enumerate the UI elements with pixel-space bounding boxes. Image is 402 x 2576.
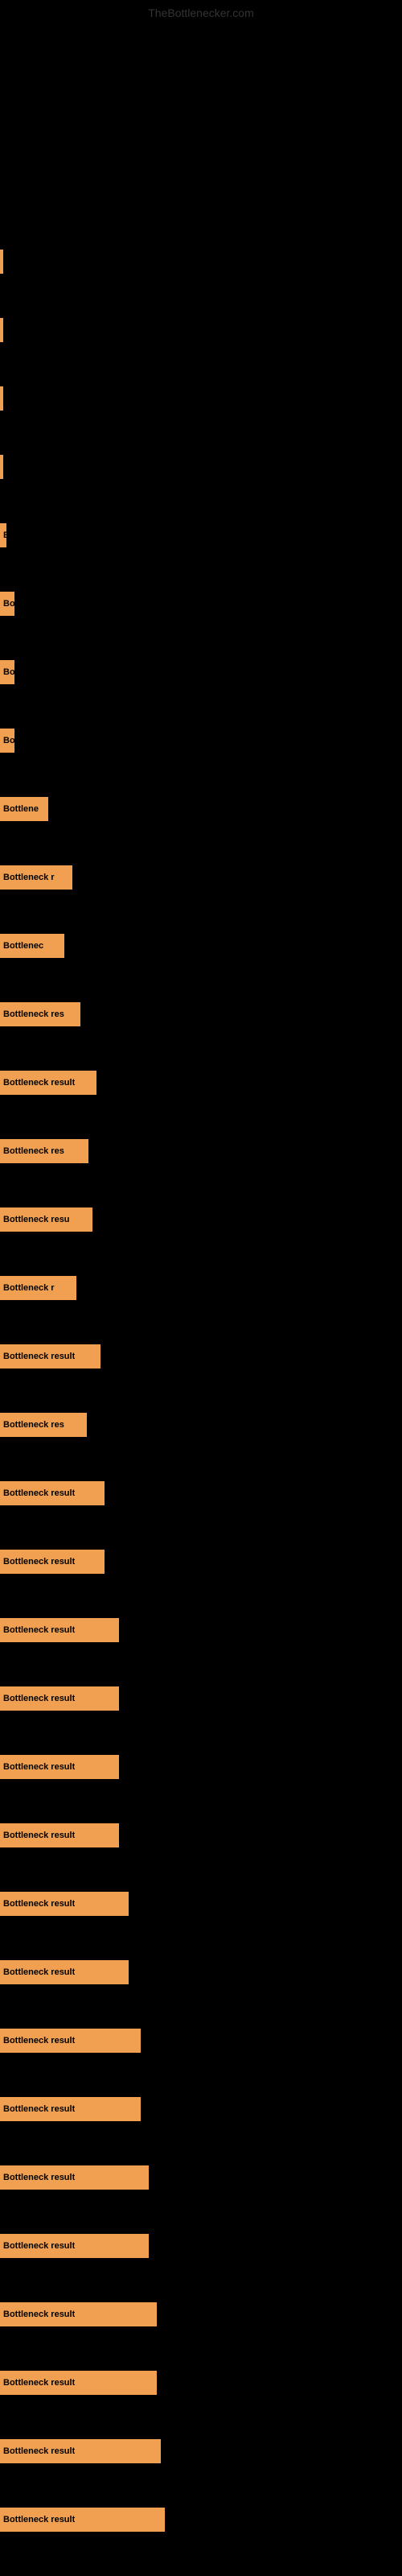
bar-item: Bottleneck result — [0, 2302, 157, 2326]
bar-label: Bottleneck result — [3, 1831, 75, 1840]
bar-item: Bottleneck r — [0, 865, 72, 890]
bar-item: Bottleneck result — [0, 1823, 119, 1847]
bar-label: B — [3, 530, 6, 540]
bar-item: Bottleneck result — [0, 2165, 149, 2190]
bar-label: Bottlene — [3, 804, 39, 814]
bar-item: Bo — [0, 592, 14, 616]
bar-label: Bottleneck result — [3, 1625, 75, 1635]
bar-label: Bottleneck result — [3, 2173, 75, 2182]
bar-label: Bottleneck result — [3, 2036, 75, 2046]
bar-item: Bottleneck result — [0, 1550, 105, 1574]
bar-label: Bottleneck resu — [3, 1215, 70, 1224]
bar-item: Bottleneck result — [0, 2234, 149, 2258]
bar-item: Bottleneck result — [0, 1960, 129, 1984]
bar-item: Bottleneck res — [0, 1139, 88, 1163]
bar-label: Bottleneck result — [3, 2104, 75, 2114]
bar-item — [0, 250, 3, 274]
bar-label: Bottleneck result — [3, 1967, 75, 1977]
bar-item: Bottleneck result — [0, 1481, 105, 1505]
bar-item: Bottleneck result — [0, 2439, 161, 2463]
bar-label: Bottlenec — [3, 941, 43, 951]
bar-item: Bottleneck result — [0, 2371, 157, 2395]
bar-label: Bottleneck result — [3, 1762, 75, 1772]
bar-label: Bottleneck result — [3, 1557, 75, 1567]
bar-label: Bottleneck res — [3, 1009, 64, 1019]
bar-label: Bottleneck result — [3, 1488, 75, 1498]
bar-item: Bottleneck result — [0, 2097, 141, 2121]
bar-item — [0, 455, 3, 479]
bar-label: Bottleneck result — [3, 2310, 75, 2319]
bar-item: Bottlenec — [0, 934, 64, 958]
bar-item: Bottleneck result — [0, 2508, 165, 2532]
bar-item: Bottleneck result — [0, 1755, 119, 1779]
bar-item: Bottleneck result — [0, 1618, 119, 1642]
bar-item: Bottleneck result — [0, 1686, 119, 1711]
bar-item: Bottleneck r — [0, 1276, 76, 1300]
bar-item: Bottleneck result — [0, 1892, 129, 1916]
bar-item: Bottleneck res — [0, 1002, 80, 1026]
bar-label: Bottleneck result — [3, 2241, 75, 2251]
bar-item: Bo — [0, 660, 14, 684]
bar-item — [0, 386, 3, 411]
bar-label: Bottleneck result — [3, 1899, 75, 1909]
bar-item: B — [0, 523, 6, 547]
bar-item: Bo — [0, 729, 14, 753]
bar-item: Bottleneck result — [0, 1344, 100, 1368]
bar-label: Bottleneck result — [3, 2446, 75, 2456]
bar-label: Bottleneck res — [3, 1420, 64, 1430]
bar-label: Bottleneck result — [3, 2378, 75, 2388]
bar-label: Bottleneck result — [3, 1694, 75, 1703]
bar-label: Bottleneck res — [3, 1146, 64, 1156]
bar-label: Bottleneck result — [3, 1352, 75, 1361]
site-title: TheBottlenecker.com — [148, 6, 254, 19]
bar-label: Bo — [3, 736, 14, 745]
bar-label: Bottleneck result — [3, 2515, 75, 2524]
bar-item: Bottleneck result — [0, 1071, 96, 1095]
bar-item — [0, 318, 3, 342]
bar-label: Bottleneck r — [3, 873, 55, 882]
bar-label: Bo — [3, 667, 14, 677]
bar-item: Bottleneck result — [0, 2029, 141, 2053]
bar-item: Bottlene — [0, 797, 48, 821]
bar-label: Bo — [3, 599, 14, 609]
bar-item: Bottleneck res — [0, 1413, 87, 1437]
bar-label: Bottleneck r — [3, 1283, 55, 1293]
bar-item: Bottleneck resu — [0, 1208, 92, 1232]
bar-label: Bottleneck result — [3, 1078, 75, 1088]
